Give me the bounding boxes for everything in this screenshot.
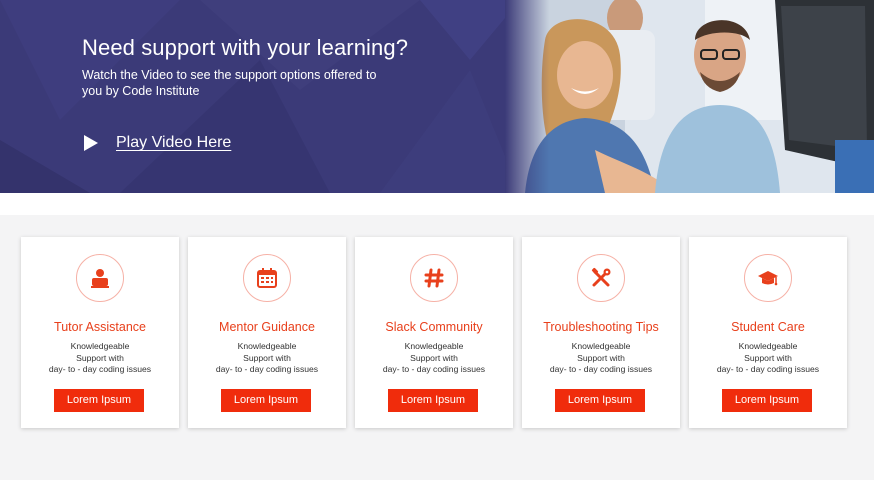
card-button[interactable]: Lorem Ipsum xyxy=(221,389,311,412)
card-desc-line: day- to - day coding issues xyxy=(716,364,820,374)
card-desc-line: Knowledgeable xyxy=(237,341,297,351)
calendar-icon xyxy=(243,254,291,302)
card-title: Student Care xyxy=(731,320,805,334)
card-slack-community: Slack Community Knowledgeable Support wi… xyxy=(355,237,513,428)
graduation-cap-icon xyxy=(744,254,792,302)
card-title: Tutor Assistance xyxy=(54,320,146,334)
card-button[interactable]: Lorem Ipsum xyxy=(722,389,812,412)
card-description: Knowledgeable Support with day- to - day… xyxy=(21,341,179,376)
support-cards: Tutor Assistance Knowledgeable Support w… xyxy=(21,237,847,428)
card-button[interactable]: Lorem Ipsum xyxy=(555,389,645,412)
card-desc-line: Support with xyxy=(577,352,625,363)
play-icon xyxy=(84,135,98,151)
card-description: Knowledgeable Support with day- to - day… xyxy=(355,341,513,376)
play-video-link[interactable]: Play Video Here xyxy=(82,133,231,153)
card-desc-line: Knowledgeable xyxy=(738,341,798,351)
hero-banner: Need support with your learning? Watch t… xyxy=(0,0,874,193)
card-desc-line: Support with xyxy=(76,352,124,363)
card-desc-line: Knowledgeable xyxy=(571,341,631,351)
card-desc-line: Support with xyxy=(243,352,291,363)
card-desc-line: day- to - day coding issues xyxy=(48,364,152,374)
card-mentor-guidance: Mentor Guidance Knowledgeable Support wi… xyxy=(188,237,346,428)
card-student-care: Student Care Knowledgeable Support with … xyxy=(689,237,847,428)
divider-band xyxy=(0,193,874,215)
card-desc-line: Support with xyxy=(410,352,458,363)
hero-text: Need support with your learning? Watch t… xyxy=(82,34,408,99)
card-desc-line: day- to - day coding issues xyxy=(382,364,486,374)
card-desc-line: Knowledgeable xyxy=(70,341,130,351)
card-desc-line: Support with xyxy=(744,352,792,363)
card-title: Mentor Guidance xyxy=(219,320,315,334)
card-desc-line: day- to - day coding issues xyxy=(215,364,319,374)
card-description: Knowledgeable Support with day- to - day… xyxy=(689,341,847,376)
card-button[interactable]: Lorem Ipsum xyxy=(388,389,478,412)
card-desc-line: Knowledgeable xyxy=(404,341,464,351)
card-title: Troubleshooting Tips xyxy=(543,320,659,334)
play-video-label: Play Video Here xyxy=(116,134,232,151)
hero-subtitle: Watch the Video to see the support optio… xyxy=(82,68,377,98)
card-title: Slack Community xyxy=(385,320,483,334)
hashtag-icon xyxy=(410,254,458,302)
hero-title: Need support with your learning? xyxy=(82,35,409,60)
card-description: Knowledgeable Support with day- to - day… xyxy=(522,341,680,376)
tutor-icon xyxy=(76,254,124,302)
card-desc-line: day- to - day coding issues xyxy=(549,364,653,374)
tools-icon xyxy=(577,254,625,302)
card-troubleshooting-tips: Troubleshooting Tips Knowledgeable Suppo… xyxy=(522,237,680,428)
card-description: Knowledgeable Support with day- to - day… xyxy=(188,341,346,376)
hero-photo xyxy=(505,0,874,193)
card-button[interactable]: Lorem Ipsum xyxy=(54,389,144,412)
card-tutor-assistance: Tutor Assistance Knowledgeable Support w… xyxy=(21,237,179,428)
